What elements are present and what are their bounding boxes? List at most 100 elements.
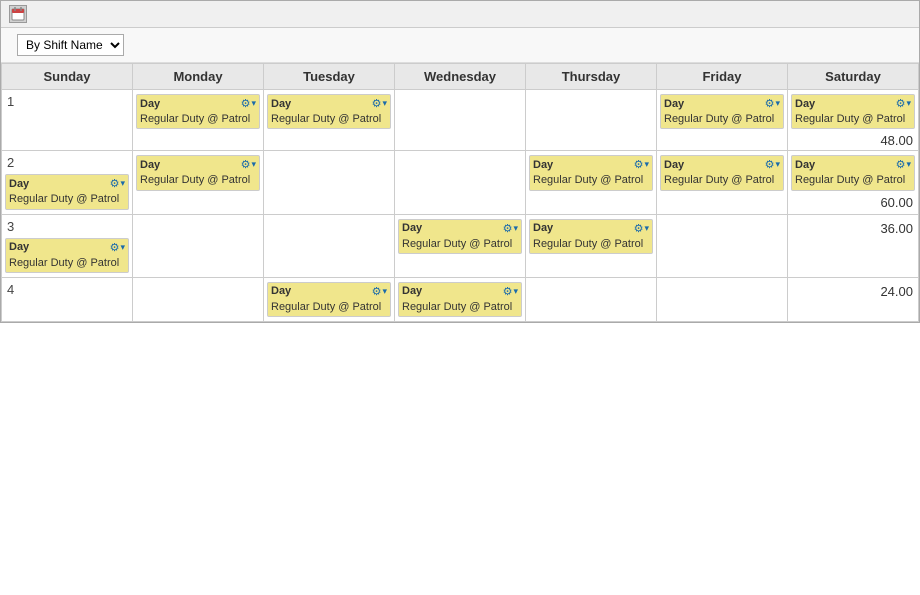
shift-name-w2-d1-s1: Day bbox=[9, 178, 29, 190]
shift-card-w3-d4-s1[interactable]: Day ⚙▾ Regular Duty @ Patrol bbox=[398, 219, 522, 254]
week-number-2: 2 bbox=[4, 153, 130, 172]
shift-card-w1-d2-s1[interactable]: Day ⚙▾ Regular Duty @ Patrol bbox=[136, 94, 260, 129]
shift-header-w2-d1-s1: Day ⚙▾ bbox=[9, 177, 125, 190]
shift-gear-button-w3-d5-s1[interactable]: ⚙▾ bbox=[634, 222, 649, 235]
header-thursday: Thursday bbox=[526, 64, 657, 90]
shift-desc-w1-d2-s1: Regular Duty @ Patrol bbox=[140, 112, 256, 126]
day-cell-w1-d1: 1 bbox=[2, 90, 133, 151]
shift-name-w3-d1-s1: Day bbox=[9, 241, 29, 253]
shift-header-w3-d4-s1: Day ⚙▾ bbox=[402, 222, 518, 235]
shift-gear-button-w4-d3-s1[interactable]: ⚙▾ bbox=[372, 285, 387, 298]
day-cell-w1-d2: Day ⚙▾ Regular Duty @ Patrol bbox=[133, 90, 264, 151]
header-wednesday: Wednesday bbox=[395, 64, 526, 90]
shift-name-w2-d6-s1: Day bbox=[664, 159, 684, 171]
week-hours-3: 36.00 bbox=[790, 221, 916, 236]
shift-header-w1-d3-s1: Day ⚙▾ bbox=[271, 97, 387, 110]
shift-card-w4-d3-s1[interactable]: Day ⚙▾ Regular Duty @ Patrol bbox=[267, 282, 391, 317]
shift-header-w1-d2-s1: Day ⚙▾ bbox=[140, 97, 256, 110]
shift-card-w2-d6-s1[interactable]: Day ⚙▾ Regular Duty @ Patrol bbox=[660, 155, 784, 190]
shift-desc-w1-d7-s1: Regular Duty @ Patrol bbox=[795, 112, 911, 126]
shift-name-w1-d3-s1: Day bbox=[271, 98, 291, 110]
shift-card-w2-d2-s1[interactable]: Day⚙▾ Regular Duty @ Patrol bbox=[136, 155, 260, 190]
color-coding-select[interactable]: By Shift Name By Employee By Position bbox=[17, 34, 124, 56]
shift-card-w2-d7-s1[interactable]: Day⚙▾Regular Duty @ Patrol bbox=[791, 155, 915, 190]
shift-desc-w2-d2-s1: Regular Duty @ Patrol bbox=[140, 173, 256, 187]
shift-gear-button-w2-d2-s1[interactable]: ⚙▾ bbox=[241, 158, 256, 171]
shift-gear-button-w2-d1-s1[interactable]: ⚙▾ bbox=[110, 177, 125, 190]
shift-card-w2-d1-s1[interactable]: Day⚙▾Regular Duty @ Patrol bbox=[5, 174, 129, 209]
shift-gear-button-w3-d4-s1[interactable]: ⚙▾ bbox=[503, 222, 518, 235]
title-icon bbox=[9, 5, 27, 23]
week-row-1: 1 Day ⚙▾ Regular Duty @ Patrol Day ⚙▾ Regular … bbox=[2, 90, 919, 151]
shift-header-w4-d4-s1: Day⚙▾ bbox=[402, 285, 518, 298]
shift-card-w1-d6-s1[interactable]: Day⚙▾Regular Duty @ Patrol bbox=[660, 94, 784, 129]
day-cell-w2-d4 bbox=[395, 151, 526, 214]
shift-gear-button-w2-d7-s1[interactable]: ⚙▾ bbox=[896, 158, 911, 171]
day-cell-w4-d6 bbox=[657, 277, 788, 321]
day-cell-w2-d2: Day⚙▾ Regular Duty @ Patrol bbox=[133, 151, 264, 214]
shift-gear-button-w1-d2-s1[interactable]: ⚙▾ bbox=[241, 97, 256, 110]
shift-name-w1-d7-s1: Day bbox=[795, 98, 815, 110]
calendar-header-row: Sunday Monday Tuesday Wednesday Thursday… bbox=[2, 64, 919, 90]
day-cell-w4-d3: Day ⚙▾ Regular Duty @ Patrol bbox=[264, 277, 395, 321]
shift-header-w1-d7-s1: Day ⚙▾ bbox=[795, 97, 911, 110]
day-cell-w1-d3: Day⚙▾Regular Duty @ Patrol bbox=[264, 90, 395, 151]
week-number-1: 1 bbox=[4, 92, 130, 111]
shift-header-w2-d2-s1: Day⚙▾ bbox=[140, 158, 256, 171]
shift-gear-button-w1-d3-s1[interactable]: ⚙▾ bbox=[372, 97, 387, 110]
shift-card-w3-d1-s1[interactable]: Day⚙▾Regular Duty @ Patrol bbox=[5, 238, 129, 273]
shift-desc-w4-d3-s1: Regular Duty @ Patrol bbox=[271, 300, 387, 314]
shift-name-w3-d4-s1: Day bbox=[402, 222, 422, 234]
week-row-4: 4Day⚙▾Regular Duty @ PatrolDay⚙▾Regular … bbox=[2, 277, 919, 321]
shift-header-w2-d7-s1: Day ⚙▾ bbox=[795, 158, 911, 171]
shift-gear-button-w4-d4-s1[interactable]: ⚙▾ bbox=[503, 285, 518, 298]
shift-gear-button-w3-d1-s1[interactable]: ⚙▾ bbox=[110, 241, 125, 254]
week-hours-4: 24.00 bbox=[790, 284, 916, 299]
week-row-2: 2 Day ⚙▾ Regular Duty @ Patrol Day ⚙▾ Regular … bbox=[2, 151, 919, 214]
header-monday: Monday bbox=[133, 64, 264, 90]
shift-desc-w3-d4-s1: Regular Duty @ Patrol bbox=[402, 237, 518, 251]
day-cell-w3-d4: Day ⚙▾ Regular Duty @ Patrol bbox=[395, 214, 526, 277]
day-cell-w3-d1: 3Day⚙▾Regular Duty @ Patrol bbox=[2, 214, 133, 277]
title-bar bbox=[1, 1, 919, 28]
shift-name-w4-d3-s1: Day bbox=[271, 285, 291, 297]
day-cell-w1-d6: Day⚙▾Regular Duty @ Patrol bbox=[657, 90, 788, 151]
shift-name-w3-d5-s1: Day bbox=[533, 222, 553, 234]
day-cell-w3-d3 bbox=[264, 214, 395, 277]
shift-header-w2-d5-s1: Day⚙▾ bbox=[533, 158, 649, 171]
shift-name-w2-d7-s1: Day bbox=[795, 159, 815, 171]
day-cell-w4-d4: Day⚙▾Regular Duty @ Patrol bbox=[395, 277, 526, 321]
day-cell-w3-d5: Day ⚙▾ Regular Duty @ Patrol bbox=[526, 214, 657, 277]
shift-desc-w3-d5-s1: Regular Duty @ Patrol bbox=[533, 237, 649, 251]
shift-desc-w2-d6-s1: Regular Duty @ Patrol bbox=[664, 173, 780, 187]
day-cell-w2-d3 bbox=[264, 151, 395, 214]
day-cell-w4-d5 bbox=[526, 277, 657, 321]
shift-gear-button-w2-d6-s1[interactable]: ⚙▾ bbox=[765, 158, 780, 171]
week-number-3: 3 bbox=[4, 217, 130, 236]
day-cell-w4-d7: 24.00 bbox=[788, 277, 919, 321]
shift-name-w1-d2-s1: Day bbox=[140, 98, 160, 110]
shift-desc-w2-d5-s1: Regular Duty @ Patrol bbox=[533, 173, 649, 187]
week-hours-2: 60.00 bbox=[790, 195, 916, 210]
day-cell-w1-d4 bbox=[395, 90, 526, 151]
shift-gear-button-w2-d5-s1[interactable]: ⚙▾ bbox=[634, 158, 649, 171]
header-tuesday: Tuesday bbox=[264, 64, 395, 90]
week-row-3: 3 Day ⚙▾ Regular Duty @ Patrol Day ⚙▾ Regular … bbox=[2, 214, 919, 277]
shift-card-w3-d5-s1[interactable]: Day ⚙▾ Regular Duty @ Patrol bbox=[529, 219, 653, 254]
day-cell-w1-d5 bbox=[526, 90, 657, 151]
day-cell-w3-d6 bbox=[657, 214, 788, 277]
day-cell-w1-d7: Day⚙▾Regular Duty @ Patrol48.00 bbox=[788, 90, 919, 151]
shift-gear-button-w1-d6-s1[interactable]: ⚙▾ bbox=[765, 97, 780, 110]
shift-header-w1-d6-s1: Day⚙▾ bbox=[664, 97, 780, 110]
shift-card-w4-d4-s1[interactable]: Day⚙▾Regular Duty @ Patrol bbox=[398, 282, 522, 317]
week-number-4: 4 bbox=[4, 280, 130, 299]
shift-header-w3-d1-s1: Day ⚙▾ bbox=[9, 241, 125, 254]
shift-card-w2-d5-s1[interactable]: Day⚙▾ Regular Duty @ Patrol bbox=[529, 155, 653, 190]
shift-gear-button-w1-d7-s1[interactable]: ⚙▾ bbox=[896, 97, 911, 110]
shift-header-w4-d3-s1: Day ⚙▾ bbox=[271, 285, 387, 298]
shift-card-w1-d3-s1[interactable]: Day⚙▾Regular Duty @ Patrol bbox=[267, 94, 391, 129]
header-saturday: Saturday bbox=[788, 64, 919, 90]
day-cell-w3-d7: 36.00 bbox=[788, 214, 919, 277]
day-cell-w2-d7: Day⚙▾Regular Duty @ Patrol60.00 bbox=[788, 151, 919, 214]
shift-card-w1-d7-s1[interactable]: Day ⚙▾ Regular Duty @ Patrol bbox=[791, 94, 915, 129]
